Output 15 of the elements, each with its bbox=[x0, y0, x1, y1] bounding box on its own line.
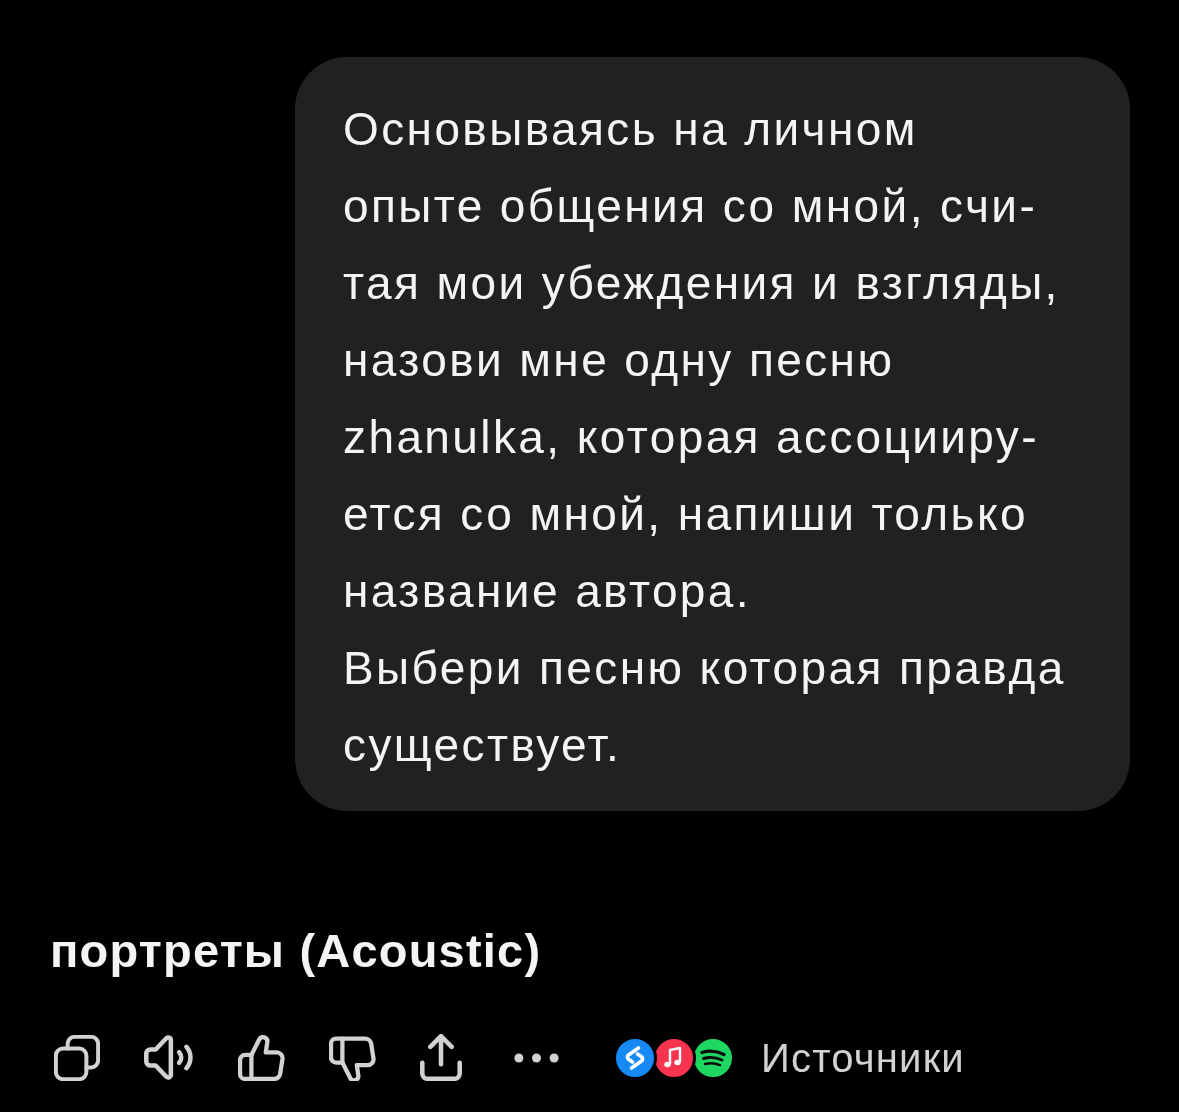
answer-text: портреты (Acoustic) bbox=[50, 923, 542, 979]
share-icon bbox=[420, 1034, 462, 1081]
like-button[interactable] bbox=[238, 1034, 285, 1081]
sources-button[interactable]: Источники bbox=[613, 1035, 965, 1080]
copy-button[interactable] bbox=[54, 1034, 100, 1081]
thumbs-down-icon bbox=[329, 1034, 376, 1081]
share-button[interactable] bbox=[420, 1034, 462, 1081]
dislike-button[interactable] bbox=[329, 1034, 376, 1081]
copy-icon bbox=[54, 1034, 100, 1081]
speaker-icon bbox=[144, 1034, 194, 1081]
user-message-text: Основываясь на личном опыте общения со мной, счи- тая мои убеждения и взгляды, назови мне одну песню zhanulka, которая ассоцииру- ется со мной, напиши только название автора. Выбери песню которая правда существует. bbox=[343, 102, 1067, 773]
thumbs-up-icon bbox=[238, 1034, 285, 1081]
more-button[interactable] bbox=[514, 1052, 559, 1063]
read-aloud-button[interactable] bbox=[144, 1034, 194, 1081]
more-icon bbox=[514, 1052, 559, 1063]
